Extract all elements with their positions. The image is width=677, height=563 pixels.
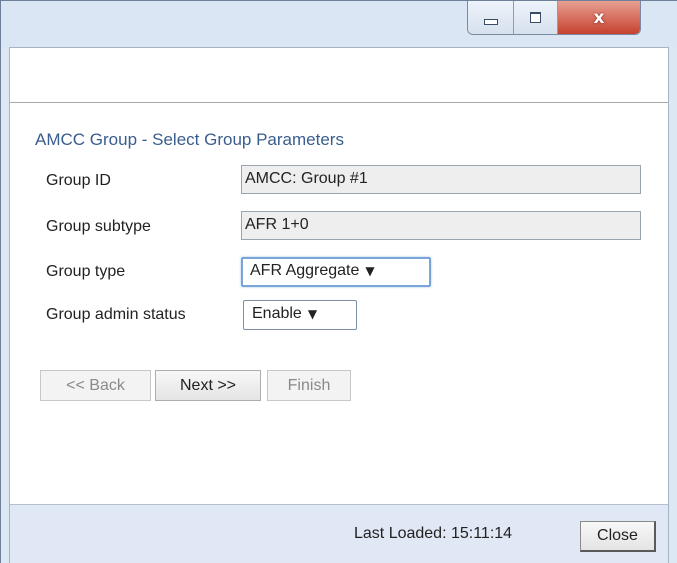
back-button[interactable]: << Back [40,370,151,401]
admin-status-value: Enable [252,305,302,322]
group-type-label: Group type [46,263,126,280]
admin-status-label: Group admin status [46,306,186,323]
last-loaded-text: Last Loaded: 15:11:14 [354,525,513,542]
dropdown-arrow-icon: ▼ [365,264,375,278]
dialog-window: x AMCC Group - Select Group Parameters G… [0,0,677,563]
group-subtype-field[interactable]: AFR 1+0 [241,211,641,240]
minimize-icon [483,18,498,25]
admin-status-select[interactable]: Enable ▼ [243,300,357,330]
group-id-label: Group ID [46,172,111,189]
group-type-value: AFR Aggregate [250,262,360,279]
status-footer: Last Loaded: 15:11:14 Close [10,504,668,563]
minimize-button[interactable] [468,1,514,34]
dropdown-arrow-icon: ▼ [307,307,318,321]
top-bar [10,48,668,103]
maximize-icon [530,12,541,23]
close-button[interactable]: Close [580,521,656,552]
close-icon: x [593,7,605,28]
group-subtype-label: Group subtype [46,218,151,235]
dialog-content: AMCC Group - Select Group Parameters Gro… [9,47,669,563]
maximize-button[interactable] [514,1,558,34]
title-bar[interactable]: x [1,1,677,47]
page-title: AMCC Group - Select Group Parameters [35,130,344,149]
window-close-button[interactable]: x [558,1,640,34]
next-button[interactable]: Next >> [155,370,261,401]
finish-button[interactable]: Finish [267,370,351,401]
group-type-select[interactable]: AFR Aggregate ▼ [241,257,431,287]
group-id-field[interactable]: AMCC: Group #1 [241,165,641,194]
window-controls: x [467,1,641,35]
